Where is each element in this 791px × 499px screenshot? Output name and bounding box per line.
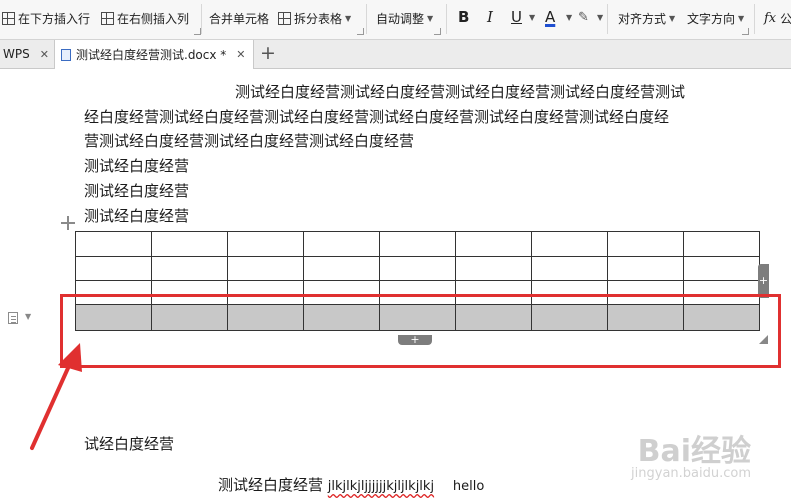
tab-wps[interactable]: WPS ✕	[0, 40, 52, 68]
table-cell[interactable]	[303, 231, 380, 257]
chevron-down-icon: ▼	[345, 13, 352, 23]
close-icon[interactable]: ✕	[40, 48, 49, 61]
table-cell[interactable]	[379, 256, 456, 281]
align-launcher[interactable]	[742, 28, 749, 35]
underline-button[interactable]: U	[511, 7, 522, 27]
table-cell[interactable]	[227, 256, 304, 281]
table-cell[interactable]	[379, 231, 456, 257]
document-icon	[61, 48, 71, 61]
align-button[interactable]: 对齐方式 ▼	[618, 9, 675, 27]
chevron-down-icon: ▼	[427, 13, 434, 23]
rows-cols-launcher[interactable]	[194, 28, 201, 35]
italic-button[interactable]: I	[487, 7, 493, 27]
paragraph-layout-icon[interactable]	[8, 312, 18, 324]
misspelled-text: jlkjlkjljjjjjjkjljlkjlkj	[327, 479, 435, 494]
document-tab-bar: WPS ✕ 测试经白度经营测试.docx * ✕ +	[0, 40, 791, 69]
font-color-button[interactable]: A	[545, 7, 555, 27]
table-cell[interactable]	[75, 231, 152, 257]
new-tab-icon[interactable]: +	[260, 42, 276, 64]
ribbon-toolbar: 在下方插入行 在右侧插入列 合并单元格 拆分表格 ▼ 自动调整 ▼ B I U …	[0, 0, 791, 40]
fx-icon: fx	[764, 10, 777, 26]
add-column-button[interactable]: +	[758, 264, 769, 298]
ribbon-separator	[446, 4, 447, 34]
tab-document[interactable]: 测试经白度经营测试.docx * ✕	[54, 40, 254, 69]
table-cell[interactable]	[531, 231, 608, 257]
table-cell[interactable]	[151, 256, 228, 281]
insert-row-below-button[interactable]: 在下方插入行	[2, 9, 90, 27]
paragraph-line: 营测试经白度经营测试经白度经营测试经白度经营	[84, 132, 415, 150]
split-table-button[interactable]: 拆分表格 ▼	[278, 9, 351, 27]
text-direction-button[interactable]: 文字方向 ▼	[687, 9, 744, 27]
chevron-down-icon[interactable]: ▼	[529, 13, 535, 22]
ribbon-separator	[754, 4, 755, 34]
split-table-icon	[278, 11, 291, 25]
table-cell[interactable]	[607, 231, 684, 257]
table-cell[interactable]	[531, 256, 608, 281]
close-icon[interactable]: ✕	[236, 48, 245, 61]
watermark-url: jingyan.baidu.com	[631, 466, 751, 481]
watermark-logo: Bai经验	[637, 434, 751, 469]
table-cell[interactable]	[227, 231, 304, 257]
merge-launcher[interactable]	[357, 28, 364, 35]
table-cell[interactable]	[75, 256, 152, 281]
adjust-launcher[interactable]	[434, 28, 441, 35]
table-cell[interactable]	[303, 256, 380, 281]
paragraph-line: 测试经白度经营	[84, 157, 190, 175]
table-row[interactable]	[75, 256, 760, 281]
paragraph-line: 测试经白度经营测试经白度经营测试经白度经营测试经白度经营测试	[235, 83, 686, 101]
table-cell[interactable]	[607, 256, 684, 281]
merge-cells-button[interactable]: 合并单元格	[209, 9, 269, 27]
ribbon-separator	[201, 4, 202, 34]
highlight-icon[interactable]: ✎	[578, 10, 589, 25]
chevron-down-icon: ▼	[669, 13, 676, 23]
insert-row-below-icon	[2, 11, 15, 25]
chevron-down-icon[interactable]: ▼	[25, 312, 31, 321]
ribbon-separator	[366, 4, 367, 34]
paragraph-line: 试经白度经营	[84, 435, 175, 453]
ribbon-separator	[607, 4, 608, 34]
bold-button[interactable]: B	[458, 7, 469, 27]
table-cell[interactable]	[455, 256, 532, 281]
table-cell[interactable]	[683, 231, 760, 257]
paragraph-line: 经白度经营测试经白度经营测试经白度经营测试经白度经营测试经白度经营测试经白度经	[84, 108, 670, 126]
formula-button[interactable]: fx 公	[764, 9, 791, 27]
paragraph-line: 测试经白度经营	[84, 182, 190, 200]
table-cell[interactable]	[151, 231, 228, 257]
insert-column-right-button[interactable]: 在右侧插入列	[101, 9, 189, 27]
chevron-down-icon[interactable]: ▼	[597, 13, 603, 22]
chevron-down-icon[interactable]: ▼	[566, 13, 572, 22]
table-cell[interactable]	[455, 231, 532, 257]
paragraph-line: 测试经白度经营 jlkjlkjljjjjjjkjljlkjlkj hello	[218, 476, 485, 494]
paragraph-line: 测试经白度经营	[84, 207, 190, 225]
table-move-handle-icon[interactable]	[61, 216, 75, 230]
table-row[interactable]	[75, 231, 760, 257]
table-cell[interactable]	[683, 256, 760, 281]
insert-column-right-icon	[101, 11, 114, 25]
chevron-down-icon: ▼	[738, 13, 745, 23]
auto-adjust-button[interactable]: 自动调整 ▼	[376, 9, 433, 27]
highlight-box	[60, 294, 781, 368]
